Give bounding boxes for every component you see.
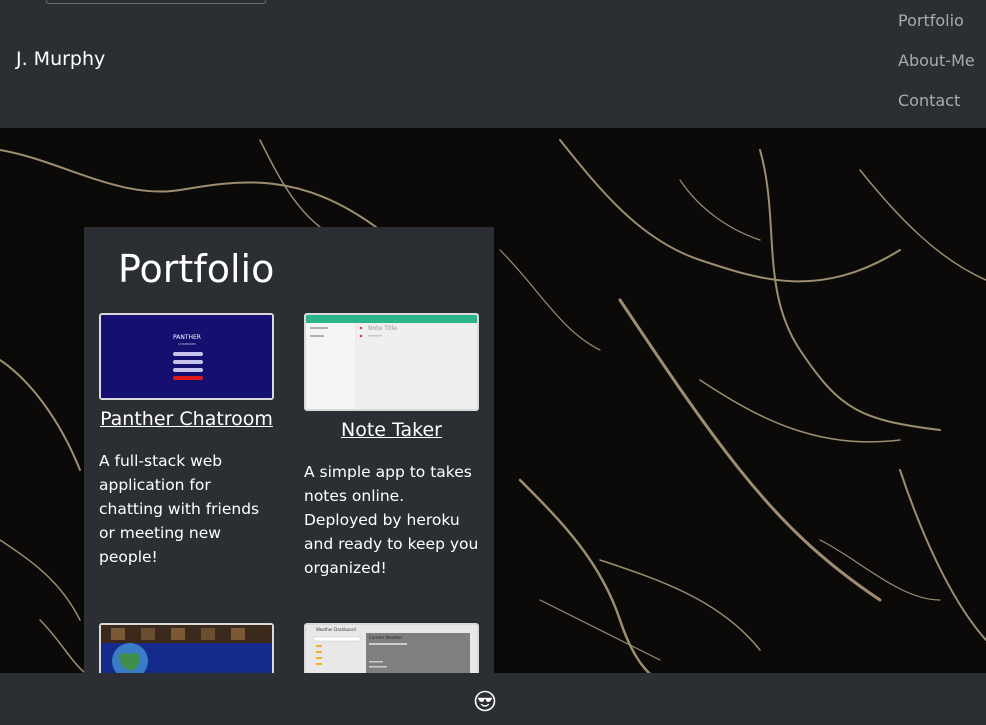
navbar-search-input[interactable] [46,0,266,4]
project-card-globe [99,623,274,673]
weather-thumb-current: Current Weather [369,635,402,640]
panther-chatroom-thumbnail[interactable]: PANTHER CHATROOM [99,313,274,400]
sunglasses-emoji-icon [474,690,496,712]
project-card-panther-chatroom: PANTHER CHATROOM Panther Chatroom A full… [99,313,274,569]
panther-thumb-subtitle: CHATROOM [178,342,196,346]
project-description-note-taker: A simple app to takes notes online. Depl… [304,463,479,577]
portfolio-panel: Portfolio PANTHER CHATROOM Panther Chatr… [84,227,494,673]
footer [0,673,986,725]
project-description-panther-chatroom: A full-stack web application for chattin… [99,452,260,566]
project-link-note-taker[interactable]: Note Taker [304,419,479,441]
project-card-weather-dashboard: Weather Dashboard Current Weather [304,623,479,673]
panther-thumb-title: PANTHER [173,334,201,341]
weather-thumb-title: Weather Dashboard [316,627,356,632]
navbar: J. Murphy Portfolio About-Me Contact [0,0,986,128]
project-card-note-taker: Note Title Note Taker A simple app to ta… [304,313,479,580]
portfolio-title: Portfolio [118,247,275,291]
weather-dashboard-thumbnail[interactable]: Weather Dashboard Current Weather [304,623,479,673]
nav-link-contact[interactable]: Contact [898,91,960,110]
nav-link-about-me[interactable]: About-Me [898,51,975,70]
nav-link-portfolio[interactable]: Portfolio [898,11,964,30]
note-thumb-title: Note Title [368,325,397,332]
globe-project-thumbnail[interactable] [99,623,274,673]
project-link-panther-chatroom[interactable]: Panther Chatroom [99,408,274,430]
brand-name[interactable]: J. Murphy [16,48,105,70]
note-taker-thumbnail[interactable]: Note Title [304,313,479,411]
